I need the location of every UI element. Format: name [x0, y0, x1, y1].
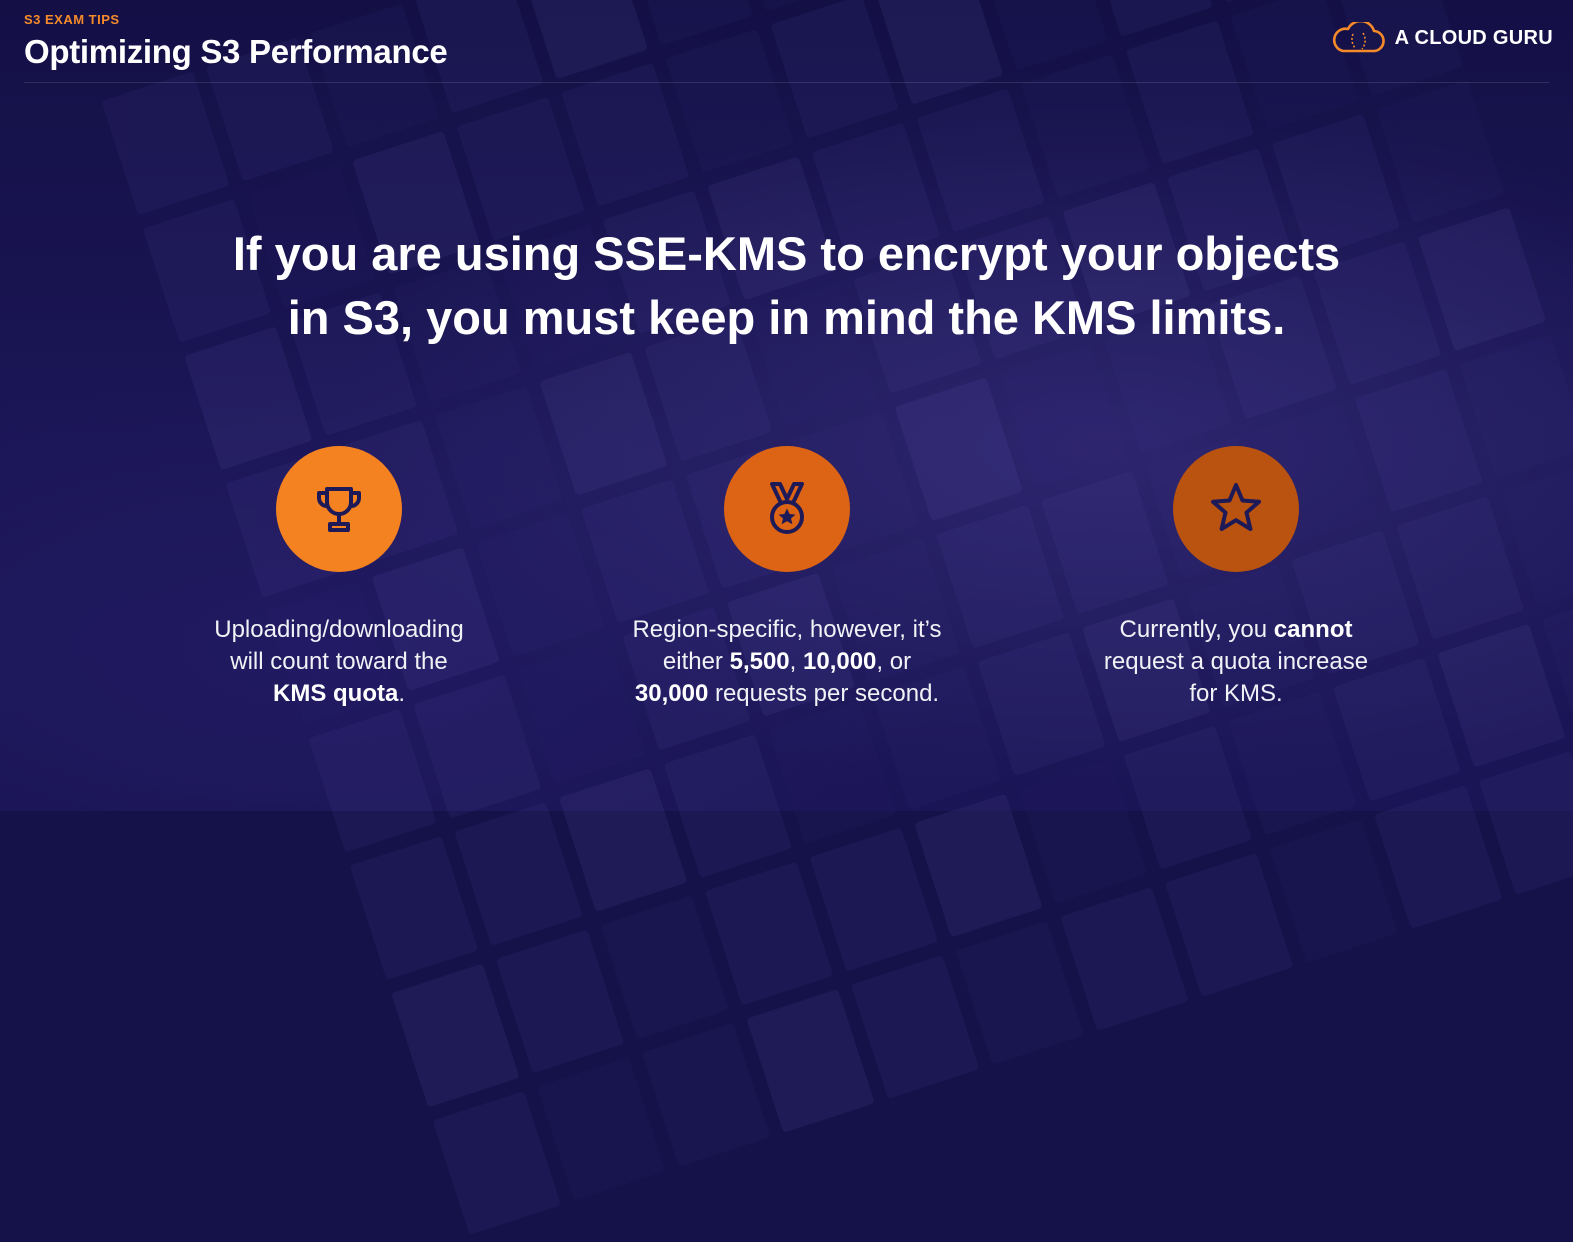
background-tile: [1437, 623, 1566, 768]
medal-icon: [770, 482, 804, 534]
background-tile: [1123, 725, 1252, 870]
headline-line-2: in S3, you must keep in mind the KMS lim…: [287, 291, 1286, 344]
background-tile: [768, 700, 897, 844]
background-tile: [663, 734, 792, 878]
header-divider: [24, 82, 1549, 83]
brand-name: A CLOUD GURU: [1394, 26, 1553, 49]
background-tile: [955, 921, 1085, 1065]
background-tile: [1395, 496, 1525, 640]
background-tile: [1021, 54, 1150, 199]
background-tile: [1060, 887, 1189, 1031]
background-tile: [537, 1057, 666, 1201]
background-tile: [1018, 759, 1148, 904]
main-headline: If you are using SSE-KMS to encrypt your…: [0, 222, 1573, 350]
feature-caption: Region-specific, however, it’s either 5,…: [632, 616, 942, 707]
feature-caption: Currently, you cannot request a quota in…: [1103, 616, 1369, 707]
background-tile: [916, 88, 1045, 233]
page-title: Optimizing S3 Performance: [24, 33, 448, 70]
feature-no-quota-increase: Currently, you cannot request a quota in…: [1066, 446, 1406, 710]
trophy-icon: [317, 487, 361, 532]
background-tile: [495, 929, 625, 1074]
background-tile: [432, 1090, 561, 1235]
background-tile: [1376, 79, 1505, 224]
background-tile: [600, 895, 729, 1040]
background-tile: [558, 768, 688, 912]
star-icon: [1211, 483, 1261, 531]
background-tile: [391, 963, 520, 1108]
feature-icon-circle: [1173, 446, 1299, 572]
kms-quota-emphasis: KMS quota: [273, 680, 399, 707]
headline-line-1: If you are using SSE-KMS to encrypt your…: [232, 227, 1341, 280]
background-tile: [1374, 785, 1503, 929]
cloud-logo-icon: [1332, 22, 1385, 53]
background-tile: [705, 861, 834, 1006]
feature-icon-circle: [724, 446, 850, 572]
feature-request-limits: Region-specific, however, it’s either 5,…: [617, 446, 957, 710]
background-tile: [1459, 334, 1573, 479]
background-tile: [454, 802, 583, 946]
background-tile: [809, 827, 939, 972]
section-eyebrow: S3 EXAM TIPS: [24, 12, 120, 27]
background-tile: [851, 955, 980, 1099]
background-tile: [1228, 691, 1357, 836]
background-tile: [561, 62, 690, 207]
background-tile: [349, 836, 479, 980]
brand-logo: A CLOUD GURU: [1331, 22, 1553, 54]
feature-caption: Uploading/downloading will count toward …: [214, 616, 464, 707]
feature-kms-quota: Uploading/downloading will count toward …: [169, 446, 509, 710]
background-tile: [456, 96, 585, 241]
background-tile: [914, 793, 1043, 938]
background-tile: [641, 1023, 771, 1167]
feature-icon-circle: [276, 446, 402, 572]
slide-header: S3 EXAM TIPS Optimizing S3 Performance: [24, 12, 1553, 71]
background-tile: [1164, 853, 1294, 997]
background-tile: [1269, 819, 1398, 963]
background-tile: [746, 989, 875, 1133]
background-tile: [308, 708, 437, 853]
